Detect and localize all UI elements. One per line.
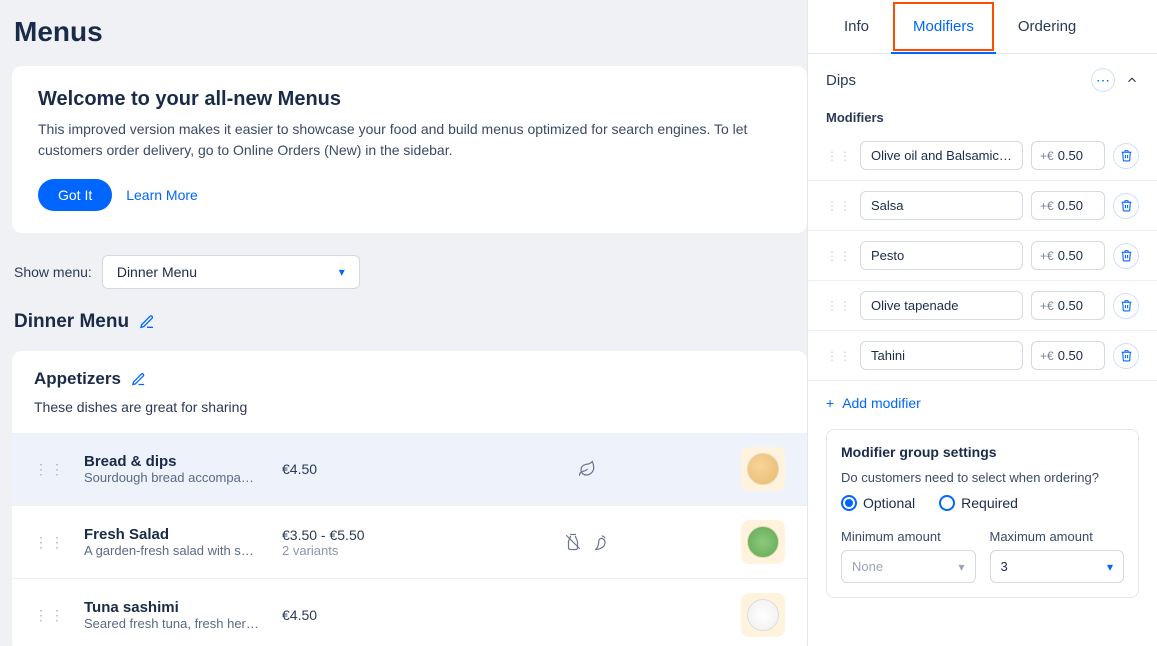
modifier-group-settings: Modifier group settings Do customers nee…: [826, 429, 1139, 598]
drag-handle-icon[interactable]: ⋮⋮: [826, 199, 852, 213]
dairy-free-icon: [564, 533, 582, 551]
modifier-price-input[interactable]: +€0.50: [1031, 241, 1105, 270]
collapse-icon[interactable]: [1125, 73, 1139, 87]
menu-item-row[interactable]: ⋮⋮ Tuna sashimi Seared fresh tuna, fresh…: [12, 578, 807, 646]
chevron-down-icon: ▾: [339, 265, 345, 279]
item-description: Sourdough bread accompa…: [84, 470, 264, 485]
max-amount-select[interactable]: 3 ▾: [990, 550, 1125, 583]
delete-modifier-icon[interactable]: [1113, 293, 1139, 319]
menu-select-value: Dinner Menu: [117, 264, 197, 280]
sidebar-tabs: Info Modifiers Ordering: [808, 0, 1157, 54]
radio-icon: [841, 495, 857, 511]
edit-section-icon[interactable]: [131, 372, 146, 387]
welcome-card: Welcome to your all-new Menus This impro…: [12, 66, 807, 233]
learn-more-link[interactable]: Learn More: [126, 187, 198, 203]
edit-menu-icon[interactable]: [139, 314, 155, 330]
tab-modifiers[interactable]: Modifiers: [891, 0, 996, 53]
item-name: Fresh Salad: [84, 526, 264, 543]
modifier-row: ⋮⋮ Olive tapenade +€0.50: [808, 281, 1157, 331]
modifier-name-input[interactable]: Olive oil and Balsamic vinegar: [860, 141, 1023, 170]
radio-optional[interactable]: Optional: [841, 495, 915, 511]
chilli-icon: [592, 533, 610, 551]
modifier-name-input[interactable]: Olive tapenade: [860, 291, 1023, 320]
welcome-title: Welcome to your all-new Menus: [38, 88, 781, 111]
item-thumbnail: [741, 520, 785, 564]
drag-handle-icon[interactable]: ⋮⋮: [34, 461, 66, 478]
min-amount-label: Minimum amount: [841, 529, 976, 544]
more-actions-icon[interactable]: ⋯: [1091, 68, 1115, 92]
drag-handle-icon[interactable]: ⋮⋮: [34, 607, 66, 624]
modifier-row: ⋮⋮ Tahini +€0.50: [808, 331, 1157, 381]
section-name: Appetizers: [34, 369, 121, 389]
modifier-name-input[interactable]: Tahini: [860, 341, 1023, 370]
drag-handle-icon[interactable]: ⋮⋮: [826, 299, 852, 313]
leaf-icon: [578, 460, 596, 478]
drag-handle-icon[interactable]: ⋮⋮: [826, 149, 852, 163]
item-thumbnail: [741, 447, 785, 491]
modifier-name-input[interactable]: Salsa: [860, 191, 1023, 220]
min-amount-select[interactable]: None ▾: [841, 550, 976, 583]
delete-modifier-icon[interactable]: [1113, 243, 1139, 269]
radio-icon: [939, 495, 955, 511]
menu-item-row[interactable]: ⋮⋮ Fresh Salad A garden-fresh salad with…: [12, 505, 807, 578]
add-modifier-button[interactable]: + Add modifier: [808, 381, 1157, 429]
section-description: These dishes are great for sharing: [12, 389, 807, 433]
max-amount-label: Maximum amount: [990, 529, 1125, 544]
drag-handle-icon[interactable]: ⋮⋮: [826, 249, 852, 263]
tab-info[interactable]: Info: [822, 0, 891, 53]
delete-modifier-icon[interactable]: [1113, 343, 1139, 369]
menu-section: Appetizers These dishes are great for sh…: [12, 351, 807, 646]
modifier-group-title: Dips: [826, 72, 856, 89]
settings-title: Modifier group settings: [841, 444, 1124, 460]
got-it-button[interactable]: Got It: [38, 179, 112, 211]
item-name: Tuna sashimi: [84, 599, 264, 616]
modifier-name-input[interactable]: Pesto: [860, 241, 1023, 270]
modifier-price-input[interactable]: +€0.50: [1031, 191, 1105, 220]
menu-select[interactable]: Dinner Menu ▾: [102, 255, 360, 289]
delete-modifier-icon[interactable]: [1113, 143, 1139, 169]
chevron-down-icon: ▾: [1107, 560, 1113, 574]
item-thumbnail: [741, 593, 785, 637]
menu-item-row[interactable]: ⋮⋮ Bread & dips Sourdough bread accompa……: [12, 433, 807, 505]
item-price: €4.50: [282, 461, 432, 477]
plus-icon: +: [826, 395, 834, 411]
drag-handle-icon[interactable]: ⋮⋮: [34, 534, 66, 551]
item-price: €3.50 - €5.50: [282, 527, 432, 543]
modifier-price-input[interactable]: +€0.50: [1031, 141, 1105, 170]
welcome-description: This improved version makes it easier to…: [38, 119, 781, 161]
modifier-price-input[interactable]: +€0.50: [1031, 341, 1105, 370]
modifier-row: ⋮⋮ Pesto +€0.50: [808, 231, 1157, 281]
modifiers-label: Modifiers: [808, 98, 1157, 131]
chevron-down-icon: ▾: [958, 560, 964, 574]
modifier-row: ⋮⋮ Olive oil and Balsamic vinegar +€0.50: [808, 131, 1157, 181]
drag-handle-icon[interactable]: ⋮⋮: [826, 349, 852, 363]
delete-modifier-icon[interactable]: [1113, 193, 1139, 219]
item-name: Bread & dips: [84, 453, 264, 470]
item-price: €4.50: [282, 607, 432, 623]
item-variants: 2 variants: [282, 543, 432, 558]
page-title: Menus: [14, 16, 807, 48]
tab-ordering[interactable]: Ordering: [996, 0, 1098, 53]
sidebar-modifiers-panel: Info Modifiers Ordering Dips ⋯ Modifiers…: [807, 0, 1157, 646]
modifier-price-input[interactable]: +€0.50: [1031, 291, 1105, 320]
settings-question: Do customers need to select when orderin…: [841, 470, 1124, 485]
menu-name-heading: Dinner Menu: [14, 311, 129, 333]
item-description: Seared fresh tuna, fresh her…: [84, 616, 264, 631]
show-menu-label: Show menu:: [14, 264, 92, 280]
modifier-row: ⋮⋮ Salsa +€0.50: [808, 181, 1157, 231]
radio-required[interactable]: Required: [939, 495, 1018, 511]
item-description: A garden-fresh salad with s…: [84, 543, 264, 558]
